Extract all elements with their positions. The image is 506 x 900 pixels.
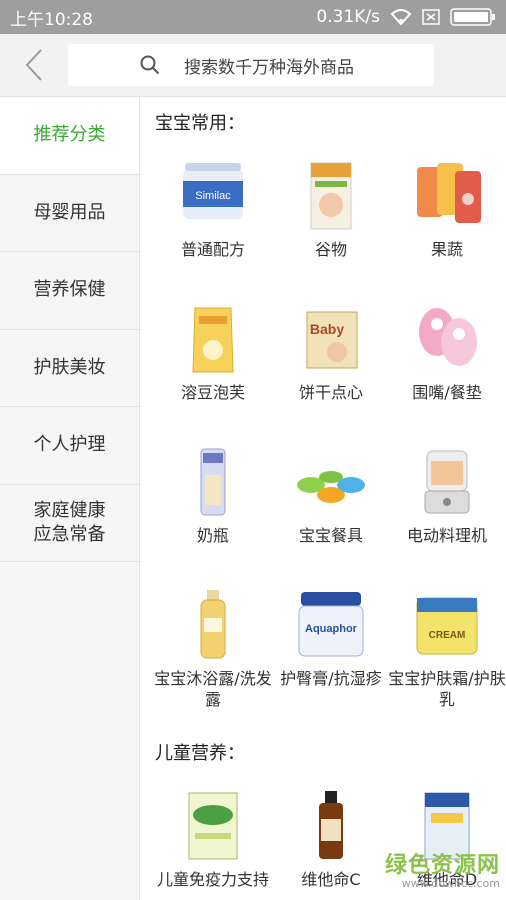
wifi-icon	[390, 9, 412, 25]
watermark: 绿色资源网 www.downcc.com	[385, 847, 500, 890]
sidebar-item-label: 推荐分类	[33, 124, 106, 146]
search-placeholder: 搜索数千万种海外商品	[184, 57, 354, 78]
category-label: 谷物	[314, 240, 347, 259]
category-item[interactable]: 宝宝餐具	[272, 445, 390, 546]
sidebar-item-recommended[interactable]: 推荐分类	[0, 97, 139, 175]
biscuit-box-icon: Baby	[306, 311, 358, 369]
shampoo-bottle-icon	[200, 590, 226, 659]
header: 搜索数千万种海外商品	[0, 34, 506, 97]
search-input[interactable]: 搜索数千万种海外商品	[68, 44, 434, 86]
chevron-left-icon	[25, 49, 42, 81]
category-item[interactable]: Baby 饼干点心	[272, 302, 390, 403]
section-title: 宝宝常用：	[155, 113, 245, 134]
sidebar-item-personal-care[interactable]: 个人护理	[0, 407, 139, 485]
category-sidebar: 推荐分类 母婴用品 营养保健 护肤美妆 个人护理 家庭健康 应急常备	[0, 97, 140, 900]
category-item[interactable]: Aquaphor 护臀膏/抗湿疹	[272, 588, 390, 689]
status-time: 上午10:28	[10, 9, 93, 30]
svg-text:Aquaphor: Aquaphor	[305, 623, 358, 635]
category-item[interactable]: 溶豆泡芙	[154, 302, 272, 403]
bib-icon	[419, 308, 477, 366]
cereal-box-icon	[310, 162, 352, 230]
baby-bottle-icon	[200, 448, 226, 516]
category-label: 宝宝餐具	[298, 526, 363, 545]
sidebar-item-label: 母婴用品	[33, 201, 106, 223]
category-item[interactable]: 果蔬	[388, 159, 506, 260]
vitamin-bottle-icon	[319, 791, 343, 859]
category-item[interactable]: 儿童免疫力支持	[154, 789, 272, 890]
category-item[interactable]: 宝宝沐浴露/洗发露	[154, 588, 272, 710]
supplement-box-icon	[188, 792, 238, 860]
sidebar-item-label: 营养保健	[33, 279, 106, 301]
category-item[interactable]: Similac 普通配方	[154, 159, 272, 260]
svg-text:Baby: Baby	[310, 321, 344, 337]
snack-bag-icon	[192, 307, 234, 373]
sidebar-item-label: 个人护理	[33, 434, 106, 456]
category-label: 果蔬	[430, 240, 463, 259]
fruit-pouch-icon	[417, 163, 481, 223]
category-label: 饼干点心	[298, 383, 363, 402]
category-label: 电动料理机	[406, 526, 487, 545]
section-title: 儿童营养：	[155, 743, 245, 764]
category-label: 普通配方	[180, 240, 245, 259]
category-label: 奶瓶	[196, 526, 229, 545]
sidebar-item-nutrition[interactable]: 营养保健	[0, 252, 139, 330]
watermark-title: 绿色资源网	[384, 853, 500, 878]
sidebar-item-family-health[interactable]: 家庭健康 应急常备	[0, 485, 139, 562]
category-item[interactable]: 谷物	[272, 159, 390, 260]
category-label: 护臀膏/抗湿疹	[280, 669, 382, 688]
category-label: 宝宝护肤霜/护肤乳	[388, 669, 506, 709]
category-item[interactable]: 维他命C	[272, 789, 390, 890]
category-label: 溶豆泡芙	[180, 383, 245, 402]
sidebar-item-skincare[interactable]: 护肤美妆	[0, 330, 139, 407]
watermark-url: www.downcc.com	[401, 877, 500, 890]
svg-text:Similac: Similac	[195, 190, 231, 202]
cream-jar-icon: Aquaphor	[298, 592, 364, 657]
category-label: 维他命C	[301, 870, 361, 889]
sidebar-item-maternal-baby[interactable]: 母婴用品	[0, 175, 139, 252]
back-button[interactable]	[0, 34, 68, 97]
formula-can-icon: Similac	[183, 163, 243, 219]
blender-icon	[424, 450, 470, 514]
category-label: 围嘴/餐垫	[412, 383, 482, 402]
status-icons: 0.31K/s	[316, 7, 496, 27]
battery-icon	[450, 8, 495, 26]
sidebar-item-label: 护肤美妆	[33, 356, 106, 378]
sim-icon	[422, 9, 440, 25]
network-speed: 0.31K/s	[316, 7, 380, 27]
lotion-jar-icon: CREAM	[416, 597, 478, 655]
category-content: 宝宝常用： Similac 普通配方 谷物 果蔬 溶豆泡芙 Baby 饼干点心 …	[140, 97, 506, 900]
category-item[interactable]: CREAM 宝宝护肤霜/护肤乳	[388, 588, 506, 710]
bowls-icon	[297, 471, 365, 503]
search-icon	[140, 55, 160, 75]
category-item[interactable]: 奶瓶	[154, 445, 272, 546]
category-item[interactable]: 电动料理机	[388, 445, 506, 546]
sidebar-item-label: 家庭健康 应急常备	[33, 499, 106, 545]
category-label: 宝宝沐浴露/洗发露	[154, 669, 272, 709]
status-bar: 上午10:28 0.31K/s	[0, 0, 506, 34]
category-label: 儿童免疫力支持	[156, 870, 269, 889]
svg-text:CREAM: CREAM	[429, 630, 466, 641]
category-item[interactable]: 围嘴/餐垫	[388, 302, 506, 403]
